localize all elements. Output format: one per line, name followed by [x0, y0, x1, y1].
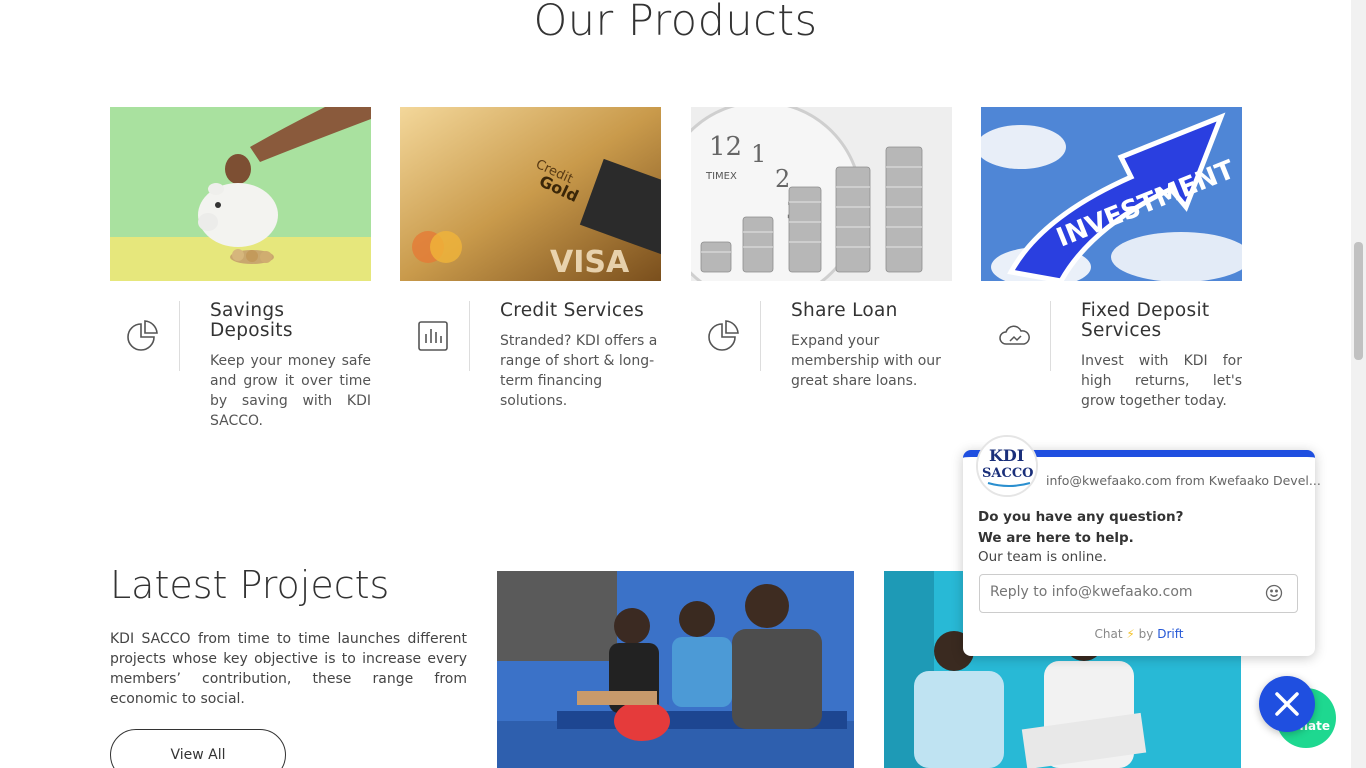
svg-text:KDI: KDI	[989, 446, 1024, 465]
lightning-icon: ⚡	[1126, 627, 1135, 641]
chat-question: Do you have any question? We are here to…	[978, 507, 1183, 549]
product-card-fixed-deposit[interactable]: INVESTMENT Fixed Deposit Services Invest…	[981, 107, 1242, 411]
latest-projects-heading: Latest Projects	[110, 563, 390, 607]
pie-chart-icon	[707, 319, 741, 353]
chat-question-line2: We are here to help.	[978, 530, 1134, 546]
card-divider	[760, 301, 761, 371]
emoji-icon[interactable]	[1265, 584, 1283, 602]
clock-1: 1	[751, 140, 766, 168]
project-image-1[interactable]	[497, 571, 854, 768]
chat-widget[interactable]: KDI SACCO info@kwefaako.com from Kwefaak…	[963, 435, 1321, 656]
card-divider	[1050, 301, 1051, 371]
chat-from: info@kwefaako.com from Kwefaako Devel...	[1046, 473, 1321, 488]
clock-12: 12	[709, 132, 742, 162]
sacco-logo: KDI SACCO	[976, 435, 1038, 497]
chat-close-button[interactable]	[1259, 676, 1315, 732]
credit-title: Credit Services	[500, 300, 645, 321]
product-card-savings[interactable]: Savings Deposits Keep your money safe an…	[110, 107, 371, 429]
scrollbar-thumb[interactable]	[1354, 242, 1363, 360]
latest-projects-text: KDI SACCO from time to time launches dif…	[110, 631, 467, 707]
credit-image: Credit Gold VISA	[400, 107, 661, 281]
fixed-deposit-title: Fixed Deposit Services	[1081, 300, 1210, 341]
products-heading: Our Products	[533, 0, 818, 46]
chat-online-status: Our team is online.	[978, 549, 1107, 565]
timex-text: TIMEX	[705, 171, 737, 182]
view-all-button[interactable]: View All	[110, 729, 286, 768]
powered-prefix: Chat	[1094, 627, 1123, 641]
chat-reply-box[interactable]	[979, 574, 1298, 613]
page-scrollbar[interactable]	[1351, 0, 1366, 768]
card-divider	[179, 301, 180, 371]
card-divider	[469, 301, 470, 371]
credit-description: Stranded? KDI offers a range of short & …	[500, 333, 658, 409]
chat-reply-input[interactable]	[990, 584, 1250, 600]
clock-2: 2	[775, 165, 790, 193]
product-card-share-loan[interactable]: 12 1 2 3 TIMEX	[691, 107, 952, 411]
visa-text: VISA	[550, 245, 630, 280]
close-icon	[1275, 692, 1299, 716]
investment-image: INVESTMENT	[981, 107, 1242, 281]
product-card-credit[interactable]: Credit Gold VISA Credit Services Strande…	[400, 107, 661, 411]
savings-title: Savings Deposits	[210, 300, 293, 341]
share-loan-title: Share Loan	[791, 300, 898, 321]
savings-image	[110, 107, 371, 281]
pie-chart-icon	[126, 319, 160, 353]
chat-question-line1: Do you have any question?	[978, 509, 1184, 525]
share-loan-image: 12 1 2 3 TIMEX	[691, 107, 952, 281]
bar-chart-icon	[416, 319, 450, 353]
page: Our Products Savings Deposits Keep your …	[0, 0, 1351, 768]
fixed-deposit-description: Invest with KDI for high returns, let's …	[1081, 353, 1242, 409]
chat-powered-by[interactable]: Chat ⚡ by Drift	[963, 627, 1315, 641]
logo-text: SACCO	[982, 466, 1034, 481]
powered-by-word: by	[1138, 627, 1154, 641]
drift-link[interactable]: Drift	[1157, 627, 1183, 641]
share-loan-description: Expand your membership with our great sh…	[791, 333, 941, 389]
savings-description: Keep your money safe and grow it over ti…	[210, 353, 371, 429]
cloud-icon	[997, 319, 1031, 353]
